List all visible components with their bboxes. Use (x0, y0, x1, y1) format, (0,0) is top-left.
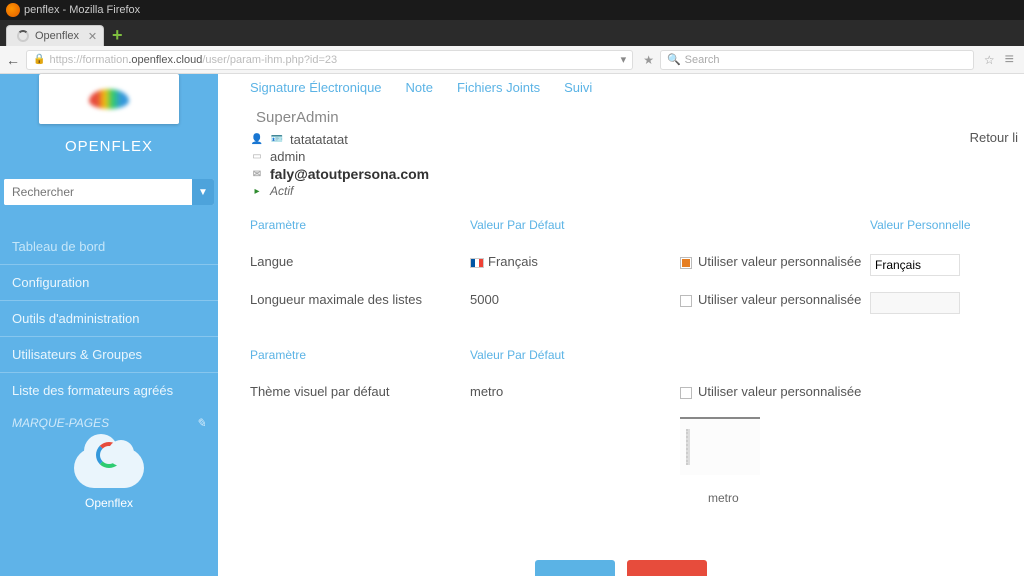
bookmark-star-icon[interactable]: ★ (643, 53, 654, 67)
sidebar-item-admin-tools[interactable]: Outils d'administration (0, 301, 218, 336)
user-title: SuperAdmin (250, 109, 1024, 126)
user-fullname-row: 👤 🪪 tatatatatat (250, 132, 1024, 147)
sidebar-bookmarks[interactable]: MARQUE-PAGES ✎ (0, 408, 218, 438)
sidebar-item-trainers[interactable]: Liste des formateurs agréés (0, 373, 218, 408)
content-tabs: Signature Électronique Note Fichiers Joi… (250, 74, 1024, 109)
brand-name: OPENFLEX (0, 138, 218, 155)
user-login-row: ▭ admin (250, 149, 1024, 164)
param-personal[interactable] (870, 246, 1020, 284)
sidebar-search[interactable]: ▼ (4, 179, 214, 205)
param-usecustom[interactable]: Utiliser valeur personnalisée (680, 376, 860, 407)
col-default: Valeur Par Défaut (470, 212, 670, 246)
sidebar-footer-logo: Openflex (0, 448, 218, 510)
param-usecustom[interactable]: Utiliser valeur personnalisée (680, 246, 860, 284)
id-icon: 🪪 (270, 133, 284, 147)
user-login: admin (270, 149, 305, 164)
logo-swirl-icon (89, 89, 129, 109)
sidebar-search-input[interactable] (4, 179, 192, 205)
param-personal (870, 284, 1020, 322)
sidebar-nav: Tableau de bord Configuration Outils d'a… (0, 229, 218, 408)
card-icon: ▭ (250, 150, 264, 164)
col-personal: Valeur Personnelle (870, 212, 1020, 246)
cancel-button[interactable] (627, 560, 707, 576)
col-param: Paramètre (250, 342, 460, 376)
user-email-row: ✉ faly@atoutpersona.com (250, 166, 1024, 182)
status-flag-icon: ▸ (250, 184, 264, 198)
window-title: penflex - Mozilla Firefox (24, 0, 140, 20)
browser-tabstrip: Openflex ✕ + (0, 20, 1024, 46)
bookmark-edit-icon[interactable]: ✎ (196, 416, 206, 430)
param-name: Langue (250, 246, 460, 284)
user-status-row: ▸ Actif (250, 184, 1024, 198)
flag-fr-icon (470, 258, 484, 268)
sidebar-item-dashboard[interactable]: Tableau de bord (0, 229, 218, 264)
checkbox-icon[interactable] (680, 295, 692, 307)
sidebar: OPENFLEX ▼ Tableau de bord Configuration… (0, 74, 218, 576)
user-email: faly@atoutpersona.com (270, 166, 429, 182)
col-default: Valeur Par Défaut (470, 342, 670, 376)
param-default: Français (470, 246, 670, 284)
hamburger-menu-icon[interactable]: ≡ (1001, 51, 1018, 69)
param-name: Thème visuel par défaut (250, 376, 460, 407)
url-field[interactable]: 🔒 https://formation.openflex.cloud/user/… (26, 50, 633, 70)
toolbar-star-icon[interactable]: ☆ (984, 53, 995, 67)
close-tab-icon[interactable]: ✕ (88, 30, 97, 43)
user-block: SuperAdmin 👤 🪪 tatatatatat ▭ admin ✉ fal… (250, 109, 1024, 198)
main-content: Signature Électronique Note Fichiers Joi… (218, 74, 1024, 576)
mail-icon: ✉ (250, 167, 264, 181)
search-dropdown-button[interactable]: ▼ (192, 179, 214, 205)
reader-toggle[interactable]: ▾ (621, 53, 627, 66)
param-default: metro (470, 376, 670, 407)
save-button[interactable] (535, 560, 615, 576)
sidebar-item-users-groups[interactable]: Utilisateurs & Groupes (0, 337, 218, 372)
tab-signature[interactable]: Signature Électronique (250, 80, 382, 95)
window-titlebar: penflex - Mozilla Firefox (0, 0, 1024, 20)
personal-value-input-disabled (870, 292, 960, 314)
new-tab-button[interactable]: + (104, 25, 131, 46)
params-grid: Paramètre Valeur Par Défaut Valeur Perso… (250, 212, 1024, 505)
personal-value-input[interactable] (870, 254, 960, 276)
logo-card (39, 74, 179, 124)
sidebar-item-configuration[interactable]: Configuration (0, 265, 218, 300)
user-status: Actif (270, 184, 293, 198)
browser-tab[interactable]: Openflex ✕ (6, 25, 104, 46)
address-bar: ← 🔒 https://formation.openflex.cloud/use… (0, 46, 1024, 74)
tab-followup[interactable]: Suivi (564, 80, 592, 95)
user-fullname: tatatatatat (290, 132, 348, 147)
param-default: 5000 (470, 284, 670, 322)
tab-attachments[interactable]: Fichiers Joints (457, 80, 540, 95)
back-button[interactable]: ← (6, 52, 20, 68)
param-name: Longueur maximale des listes (250, 284, 460, 322)
lock-icon: 🔒 (33, 54, 45, 65)
checkbox-checked-icon[interactable] (680, 257, 692, 269)
tab-note[interactable]: Note (406, 80, 433, 95)
firefox-icon (6, 3, 20, 17)
search-placeholder: Search (685, 54, 720, 66)
back-link[interactable]: Retour li (970, 130, 1018, 145)
param-usecustom[interactable]: Utiliser valeur personnalisée (680, 284, 860, 322)
theme-caption: metro (708, 491, 1020, 505)
tab-label: Openflex (35, 30, 79, 42)
person-icon: 👤 (250, 133, 264, 147)
search-icon: 🔍 (667, 53, 681, 66)
loading-spinner-icon (17, 30, 29, 42)
theme-preview[interactable]: metro (680, 417, 1020, 505)
col-param: Paramètre (250, 212, 460, 246)
checkbox-icon[interactable] (680, 387, 692, 399)
theme-thumbnail[interactable] (680, 417, 760, 475)
action-buttons (535, 560, 707, 576)
browser-search[interactable]: 🔍 Search (660, 50, 974, 70)
